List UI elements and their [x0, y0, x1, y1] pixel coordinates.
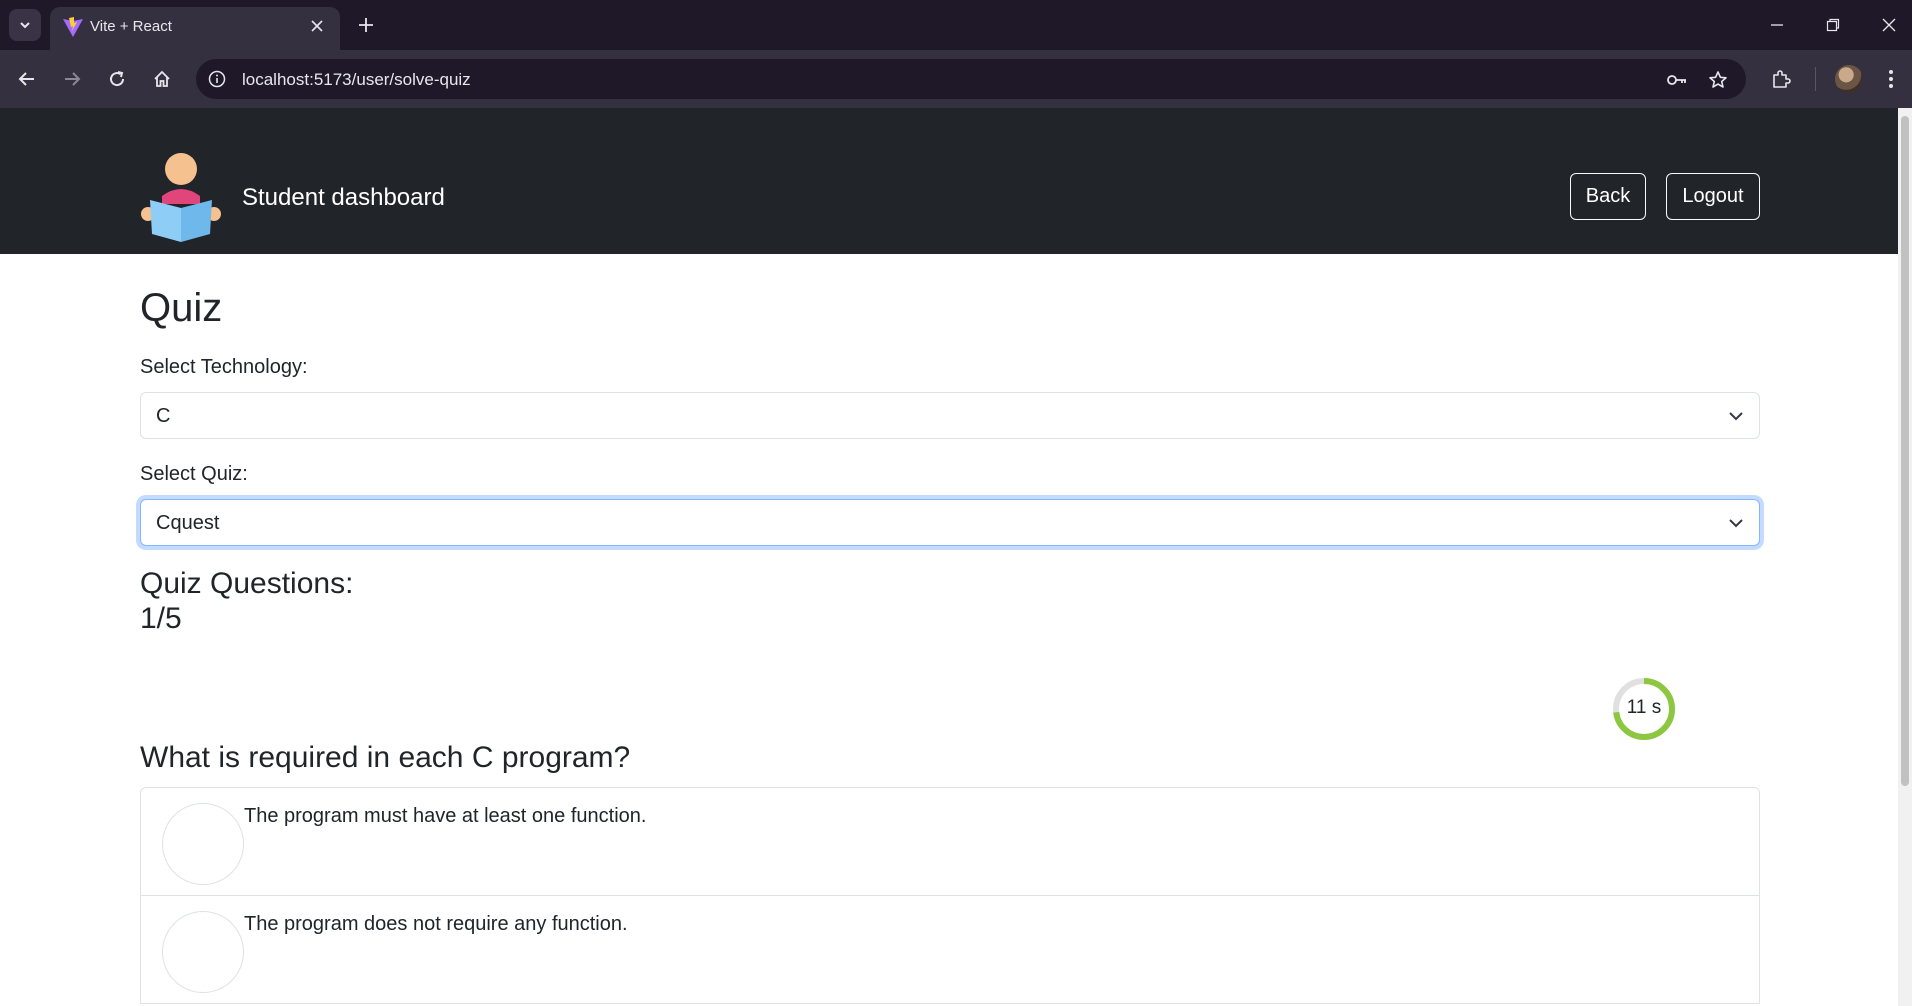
- tab-title: Vite + React: [90, 18, 172, 35]
- arrow-right-icon: [65, 72, 81, 86]
- question-text: What is required in each C program?: [140, 741, 631, 774]
- tab-close-button[interactable]: [306, 15, 328, 37]
- chevron-down-icon: [20, 22, 30, 29]
- answer-option-text: The program must have at least one funct…: [244, 805, 647, 827]
- browser-tab[interactable]: Vite + React: [50, 7, 340, 50]
- chevron-down-icon: [1729, 412, 1743, 421]
- new-tab-button[interactable]: [352, 11, 380, 39]
- app-header: Student dashboard Back Logout: [0, 108, 1898, 254]
- star-icon: [1709, 71, 1727, 88]
- close-icon: [311, 20, 323, 32]
- url-text: localhost:5173/user/solve-quiz: [242, 70, 471, 89]
- browser-toolbar: localhost:5173/user/solve-quiz: [0, 50, 1912, 108]
- page-scrollbar[interactable]: [1898, 108, 1912, 1006]
- chevron-down-icon: [1729, 519, 1743, 528]
- puzzle-icon: [1773, 70, 1791, 88]
- key-icon: [1667, 75, 1686, 85]
- minimize-button[interactable]: [1764, 12, 1790, 38]
- home-icon: [154, 70, 170, 87]
- restore-icon: [1826, 18, 1840, 32]
- answer-radio[interactable]: [162, 803, 244, 885]
- restore-button[interactable]: [1820, 12, 1846, 38]
- password-key-button[interactable]: [1665, 68, 1689, 92]
- vite-logo-icon: [63, 17, 83, 37]
- info-icon: [208, 70, 226, 88]
- answer-option[interactable]: The program does not require any functio…: [141, 896, 1759, 1004]
- quiz-label: Select Quiz:: [140, 463, 248, 485]
- reload-icon: [110, 71, 125, 87]
- home-button[interactable]: [146, 63, 178, 95]
- toolbar-divider: [1815, 67, 1816, 91]
- countdown-timer: 11 s: [1612, 677, 1676, 741]
- quiz-questions-heading: Quiz Questions:: [140, 567, 354, 600]
- more-vertical-icon: [1889, 70, 1893, 88]
- reload-button[interactable]: [101, 63, 133, 95]
- student-reading-logo: [141, 153, 221, 242]
- scrollbar-thumb[interactable]: [1901, 116, 1909, 786]
- back-nav-button[interactable]: [11, 63, 43, 95]
- close-icon: [1882, 18, 1896, 32]
- tab-search-button[interactable]: [9, 9, 41, 41]
- logout-button[interactable]: Logout: [1666, 173, 1760, 220]
- browser-tab-bar: Vite + React: [0, 0, 1912, 50]
- plus-icon: [359, 18, 373, 32]
- timer-text: 11 s: [1626, 697, 1662, 718]
- answer-options: The program must have at least one funct…: [140, 787, 1760, 1004]
- brand-title: Student dashboard: [242, 184, 445, 211]
- extensions-button[interactable]: [1765, 63, 1797, 95]
- technology-select[interactable]: C: [140, 392, 1760, 439]
- close-window-button[interactable]: [1876, 12, 1902, 38]
- arrow-left-icon: [18, 72, 34, 86]
- quiz-select[interactable]: Cquest: [140, 499, 1760, 546]
- page-title: Quiz: [140, 286, 223, 330]
- back-button[interactable]: Back: [1570, 173, 1646, 220]
- technology-select-value: C: [156, 405, 171, 427]
- minimize-icon: [1771, 24, 1783, 26]
- quiz-select-value: Cquest: [156, 512, 220, 534]
- answer-option[interactable]: The program must have at least one funct…: [141, 788, 1759, 896]
- question-progress: 1/5: [140, 602, 182, 635]
- site-info-button[interactable]: [206, 68, 228, 90]
- browser-menu-button[interactable]: [1875, 63, 1907, 95]
- technology-label: Select Technology:: [140, 356, 308, 378]
- answer-radio[interactable]: [162, 911, 244, 993]
- profile-avatar[interactable]: [1835, 65, 1863, 93]
- bookmark-star-button[interactable]: [1706, 68, 1730, 92]
- forward-nav-button[interactable]: [56, 63, 88, 95]
- address-bar[interactable]: localhost:5173/user/solve-quiz: [196, 59, 1746, 99]
- answer-option-text: The program does not require any functio…: [244, 913, 628, 935]
